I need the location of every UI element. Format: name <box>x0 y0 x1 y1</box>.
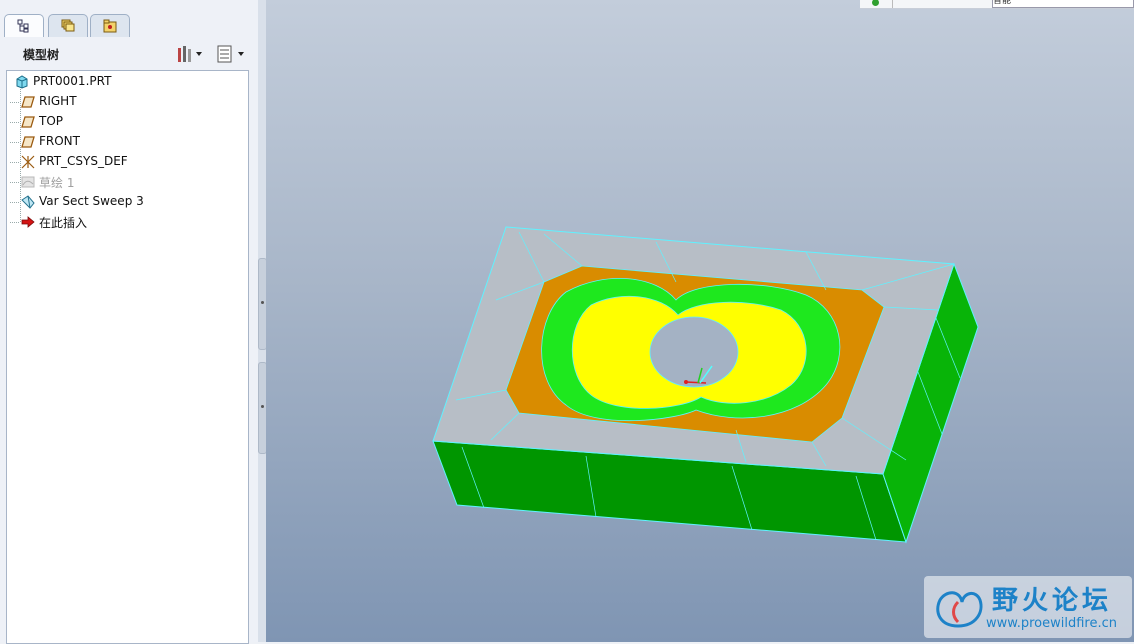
model-tree-tab-icon <box>17 19 29 33</box>
tree-show-button[interactable] <box>216 44 248 64</box>
watermark: 野火论坛 www.proewildfire.cn <box>924 576 1132 638</box>
datum-plane-icon <box>21 96 35 108</box>
graphics-viewport[interactable] <box>266 0 1134 642</box>
model-tree-title: 模型树 <box>23 48 60 62</box>
insert-here-arrow-icon <box>21 216 35 228</box>
top-toolbar-strip: 智能 <box>860 0 1134 9</box>
watermark-title: 野火论坛 <box>992 586 1113 616</box>
tab-folder-browser[interactable] <box>90 14 130 37</box>
datum-plane-icon <box>21 116 35 128</box>
watermark-logo-icon <box>936 591 983 628</box>
datum-plane-icon <box>21 136 35 148</box>
navigator-tabs <box>0 8 258 38</box>
sweep-feature-icon <box>21 195 35 209</box>
model-tree: PRT0001.PRT RIGHT TOP FRONT PRT_CSYS_DEF <box>6 70 249 644</box>
list-icon <box>217 45 244 63</box>
status-light-icon <box>872 0 879 6</box>
tab-model-tree[interactable] <box>4 14 44 37</box>
panel-splitter[interactable] <box>258 0 267 642</box>
tab-layers[interactable] <box>48 14 88 37</box>
layers-tab-icon <box>61 19 75 32</box>
tools-icon <box>178 46 202 62</box>
sketch-icon <box>21 176 35 188</box>
navigator-panel: 模型树 PRT0001.PRT RIGHT TOP FRONT PRT_CSYS… <box>0 0 258 644</box>
coordinate-system-icon <box>21 155 35 169</box>
tree-root-label: PRT0001.PRT <box>33 74 112 88</box>
tree-settings-button[interactable] <box>176 44 204 64</box>
folder-tab-icon <box>103 19 117 33</box>
watermark-url: www.proewildfire.cn <box>986 616 1117 631</box>
filter-field[interactable]: 智能 <box>992 0 1134 8</box>
part-icon <box>16 75 28 89</box>
3d-model-render[interactable] <box>266 0 1134 642</box>
through-hole <box>649 316 739 388</box>
